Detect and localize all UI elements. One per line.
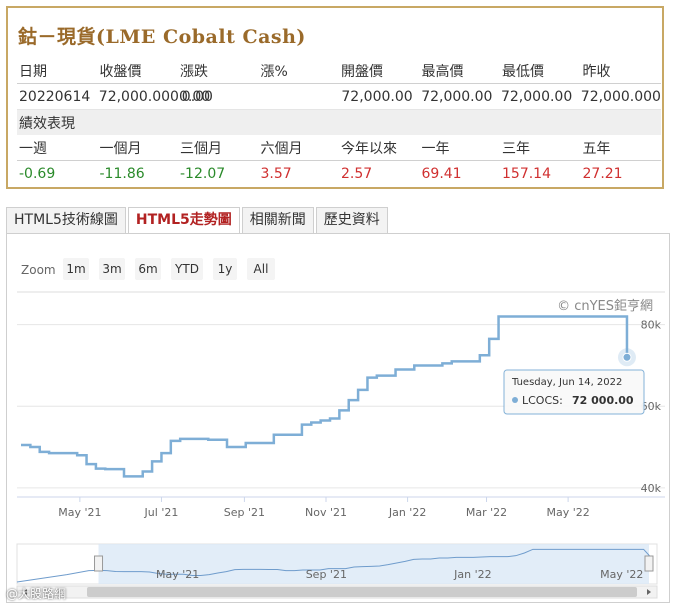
value-change: 0.00 <box>181 88 213 105</box>
navigator-handle-left <box>94 555 104 572</box>
navigator-tick-label: May '22 <box>600 568 643 581</box>
tab-history[interactable]: 歷史資料 <box>315 207 388 233</box>
perf-value-1y: 69.41 <box>421 165 462 182</box>
chart-tabs: HTML5技術線圖 HTML5走勢圖 相關新聞 歷史資料 <box>6 207 390 234</box>
perf-header-ytd: 今年以來 <box>341 140 397 157</box>
perf-header-3m: 三個月 <box>180 140 222 157</box>
x-tick-label: May '22 <box>546 506 589 519</box>
perf-header-5y: 五年 <box>582 140 611 157</box>
navigator-tick-label: Jan '22 <box>453 568 491 581</box>
x-tick-label: Sep '21 <box>224 506 265 519</box>
navigator-tick-label: May '21 <box>156 568 199 581</box>
quote-table: 日期 收盤價 漲跌 漲% 開盤價 最高價 最低價 昨收 20220614 72,… <box>17 58 661 186</box>
tab-html5-technical[interactable]: HTML5技術線圖 <box>6 207 126 233</box>
value-high: 72,000.00 <box>421 88 493 105</box>
perf-header-3y: 三年 <box>502 140 530 157</box>
performance-section-label: 績效表現 <box>17 110 661 135</box>
watermark-text: @大股路網 <box>6 587 67 601</box>
header-low: 最低價 <box>502 63 544 80</box>
x-tick-label: Jul '21 <box>144 506 179 519</box>
tooltip-value: 72 000.00 <box>572 394 634 407</box>
quote-data-row: 20220614 72,000.0000.00 0.00 72,000.00 7… <box>17 84 661 110</box>
x-tick-label: Mar '22 <box>466 506 507 519</box>
y-tick-label: 80k <box>641 319 662 332</box>
perf-header-6m: 六個月 <box>260 140 303 157</box>
x-tick-label: Jan '22 <box>388 506 426 519</box>
perf-header-row: 一週 一個月 三個月 六個月 今年以來 一年 三年 五年 <box>17 135 661 161</box>
header-change: 漲跌 <box>180 63 208 80</box>
value-close: 72,000.0000.00 <box>98 88 211 105</box>
value-date: 20220614 <box>19 88 91 105</box>
value-open: 72,000.00 <box>341 88 413 105</box>
tooltip-series-dot <box>512 397 518 403</box>
navigator-handle-right <box>644 555 654 572</box>
value-prev-close: 72,000.000 <box>580 88 661 105</box>
header-open: 開盤價 <box>341 63 383 80</box>
chart-container: Zoom 1m 3m 6m YTD 1y All 40k 60k 80k May '2… <box>6 233 670 603</box>
perf-value-6m: 3.57 <box>260 165 292 182</box>
axis-layer: 40k60k80kMay '21 Jul '21 Sep '21 Nov '21 Jan… <box>17 319 665 519</box>
perf-values-row: -0.69 -11.86 -12.07 3.57 2.57 69.41 157.… <box>17 161 661 186</box>
perf-value-3y: 157.14 <box>502 165 551 182</box>
quote-title: 鈷－現貨(LME Cobalt Cash) <box>18 26 306 48</box>
perf-value-1m: -11.86 <box>99 165 145 182</box>
header-date: 日期 <box>19 63 47 80</box>
quote-header-row: 日期 收盤價 漲跌 漲% 開盤價 最高價 最低價 昨收 <box>17 58 661 84</box>
perf-value-1w: -0.69 <box>19 165 56 182</box>
scrollbar-thumb <box>87 587 637 597</box>
header-high: 最高價 <box>421 63 464 80</box>
tooltip-series-name: LCOCS: <box>522 394 563 407</box>
perf-value-5y: 27.21 <box>582 165 623 182</box>
tab-html5-trend[interactable]: HTML5走勢圖 <box>127 207 240 234</box>
credits-text: © cnYES鉅亨網 <box>557 298 653 314</box>
navigator-tick-label: Sep '21 <box>306 568 347 581</box>
perf-value-3m: -12.07 <box>180 165 226 182</box>
value-low: 72,000.00 <box>500 88 573 105</box>
hover-point <box>622 352 632 362</box>
navigator: May '21 Sep '21 Jan '22 May '22 <box>16 543 658 599</box>
header-prev-close: 昨收 <box>582 63 611 80</box>
y-tick-label: 40k <box>641 482 662 495</box>
perf-header-1y: 一年 <box>421 140 450 157</box>
header-close: 收盤價 <box>99 63 142 80</box>
line-chart: 40k60k80kMay '21 Jul '21 Sep '21 Nov '21 Jan… <box>16 291 665 599</box>
perf-header-1m: 一個月 <box>99 140 142 157</box>
tooltip: Tuesday, Jun 14, 2022 LCOCS: 72 000.00 <box>503 369 645 415</box>
quote-panel: 鈷－現貨(LME Cobalt Cash) 日期 收盤價 漲跌 漲% 開盤價 最… <box>6 6 664 189</box>
x-tick-label: May '21 <box>58 506 101 519</box>
perf-value-ytd: 2.57 <box>341 165 373 182</box>
perf-header-1w: 一週 <box>19 140 47 157</box>
x-tick-label: Nov '21 <box>305 506 347 519</box>
tooltip-date: Tuesday, Jun 14, 2022 <box>511 377 622 388</box>
header-change-pct: 漲% <box>260 63 288 80</box>
tab-related-news[interactable]: 相關新聞 <box>241 207 314 233</box>
